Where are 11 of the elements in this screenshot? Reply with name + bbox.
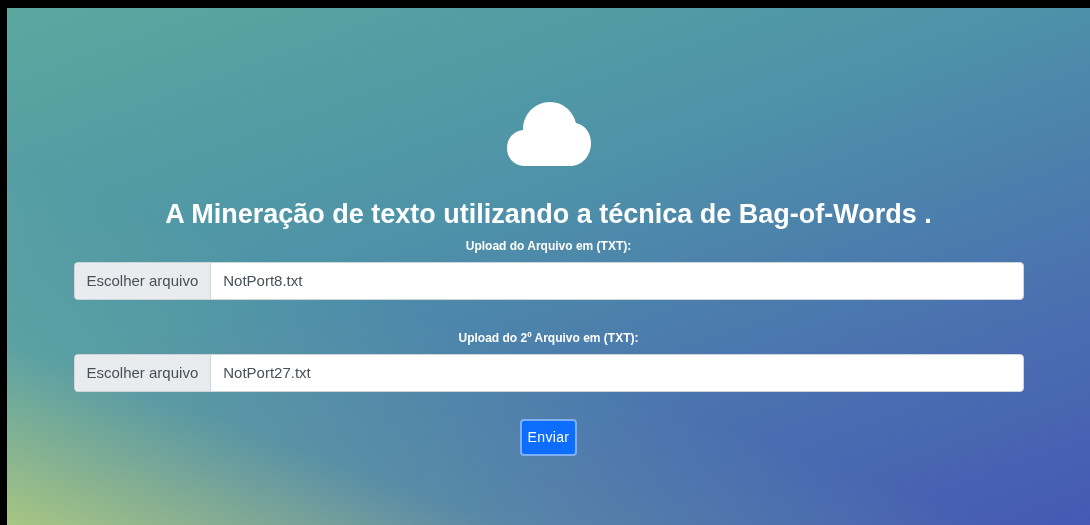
cloud-icon <box>506 100 591 166</box>
file-input[interactable]: Escolher arquivo NotPort8.txt <box>73 262 1024 300</box>
choose-file-button[interactable]: Escolher arquivo <box>74 355 212 391</box>
upload-label: Upload do Arquivo em (TXT): <box>465 238 632 255</box>
choose-file-button[interactable]: Escolher arquivo <box>74 263 212 299</box>
file-input[interactable]: Escolher arquivo NotPort27.txt <box>73 354 1024 392</box>
file-name: NotPort27.txt <box>222 362 312 383</box>
submit-button[interactable]: Enviar <box>519 419 578 456</box>
page-title: A Mineração de texto utilizando a técnica de Bag-of-Words . <box>165 198 932 231</box>
file-name: NotPort8.txt <box>222 270 304 291</box>
upload-label: Upload do 2º Arquivo em (TXT): <box>458 330 639 347</box>
